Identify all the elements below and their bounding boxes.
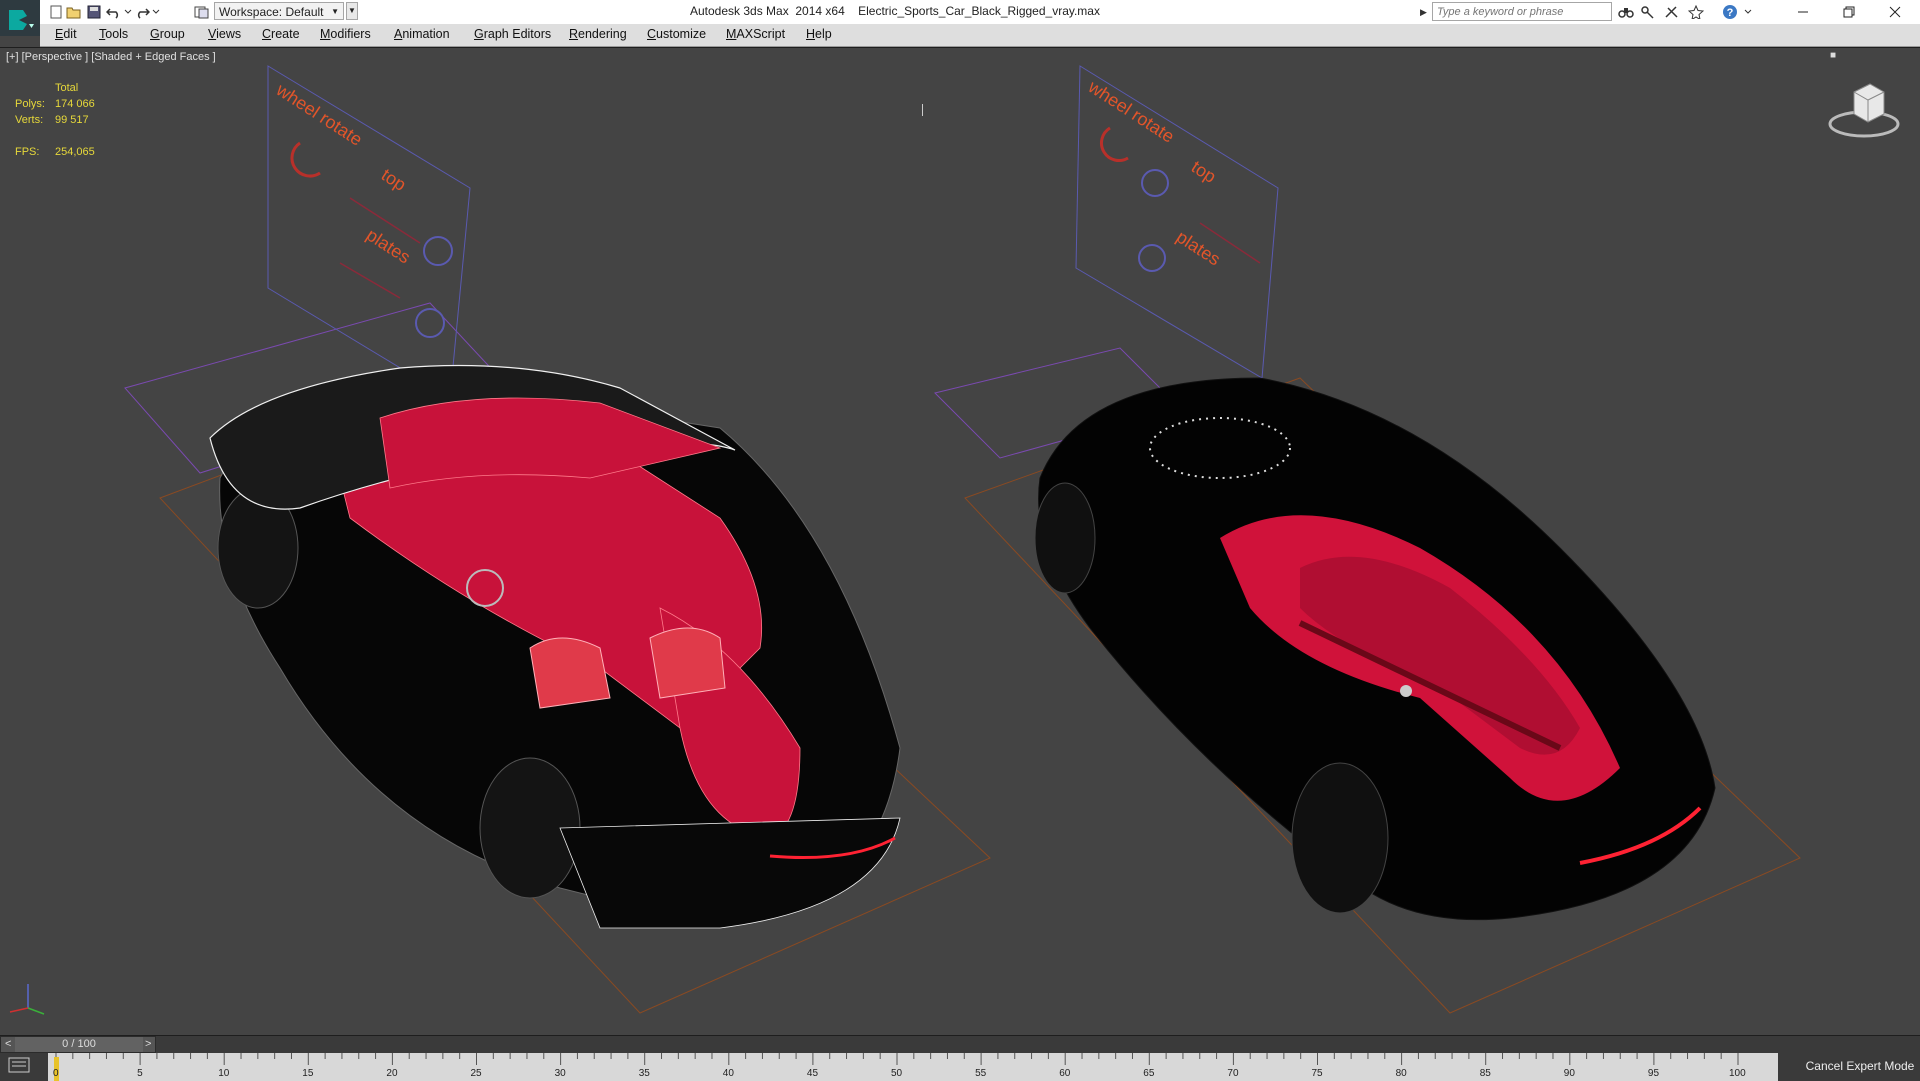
viewcube-icon[interactable] [1826, 74, 1902, 144]
restore-button[interactable] [1826, 0, 1872, 24]
title-bar: Workspace: Default ▼ ▼ Autodesk 3ds Max … [0, 0, 1920, 25]
cursor-caret [922, 104, 923, 116]
menu-bar: Edit Tools Group Views Create Modifiers … [40, 24, 1920, 47]
open-file-icon[interactable] [64, 3, 84, 21]
stats-fps-label: FPS: [15, 146, 40, 158]
lock-icon[interactable]: ■ [1830, 50, 1836, 61]
project-folder-icon[interactable] [192, 3, 212, 21]
right-rig-wheel-label: wheel rotate [1084, 76, 1178, 147]
right-rig-control-panel [1075, 65, 1279, 428]
chevron-down-icon: ▼ [331, 7, 339, 16]
new-file-icon[interactable] [46, 3, 66, 21]
next-frame-button[interactable]: > [145, 1038, 151, 1050]
cancel-expert-mode-button[interactable]: Cancel Expert Mode [1800, 1051, 1920, 1081]
redo-dropdown-icon[interactable] [146, 3, 166, 21]
left-rig-top-label: top [378, 165, 410, 195]
timeline-bar: < 0 / 100 > 0 5 10 15 20 25 30 35 40 45 50 55 60 65 70… [0, 1035, 1920, 1081]
perspective-viewport[interactable]: wheel rotate top plates wheel rotate top… [0, 47, 1920, 1036]
timeline-tick-label: 5 [137, 1068, 143, 1079]
search-input[interactable] [1432, 2, 1612, 21]
window-title: Autodesk 3ds Max 2014 x64 Electric_Sport… [690, 4, 1100, 18]
timeline-ruler[interactable]: 0 5 10 15 20 25 30 35 40 45 50 55 60 65 70 75 80 85 90 95 10… [48, 1053, 1778, 1081]
menu-edit[interactable]: Edit [55, 27, 77, 41]
menu-views[interactable]: Views [208, 27, 241, 41]
help-icon[interactable]: ? [1720, 3, 1740, 21]
timeline-tick-label: 40 [722, 1068, 734, 1079]
timeline-tick-label: 25 [470, 1068, 482, 1079]
subscription-key-icon[interactable] [1638, 3, 1658, 21]
menu-graph-editors[interactable]: Graph Editors [474, 27, 551, 41]
timeline-tick-label: 85 [1479, 1068, 1491, 1079]
stats-polys-label: Polys: [15, 98, 45, 110]
timeline-tick-label: 20 [386, 1068, 398, 1079]
timeline-tick-label: 70 [1227, 1068, 1239, 1079]
timeline-tick-label: 60 [1059, 1068, 1071, 1079]
communication-center-icon[interactable] [1662, 3, 1682, 21]
viewport-label[interactable]: [+] [Perspective ] [Shaded + Edged Faces… [6, 51, 216, 63]
timeline-tick-label: 55 [975, 1068, 987, 1079]
prev-frame-button[interactable]: < [5, 1038, 11, 1050]
help-dropdown-icon[interactable] [1738, 3, 1758, 21]
stats-total-label: Total [55, 82, 79, 94]
track-bar-toggle-icon[interactable] [8, 1056, 34, 1076]
3ds-max-logo-icon [9, 10, 34, 30]
timeline-tick-label: 50 [891, 1068, 903, 1079]
save-file-icon[interactable] [84, 3, 104, 21]
minimize-button[interactable] [1780, 0, 1826, 24]
scene-render: wheel rotate top plates wheel rotate top… [124, 65, 1801, 1014]
timeline-tick-label: 100 [1729, 1068, 1746, 1079]
workspace-dropdown[interactable]: Workspace: Default ▼ [214, 2, 344, 20]
stats-fps-value: 254,065 [55, 146, 95, 158]
right-rig-top-label: top [1188, 157, 1220, 187]
left-car-wireframe [209, 364, 901, 929]
menu-group[interactable]: Group [150, 27, 185, 41]
menu-customize[interactable]: Customize [647, 27, 706, 41]
left-rig-plates-label: plates [363, 225, 414, 268]
menu-maxscript[interactable]: MAXScript [726, 27, 785, 41]
timeline-tick-label: 30 [554, 1068, 566, 1079]
timeline-tick-label: 0 [53, 1068, 59, 1079]
quick-access-dropdown[interactable]: ▼ [346, 2, 358, 20]
axis-tripod-icon [9, 984, 45, 1015]
stats-verts-label: Verts: [15, 114, 44, 126]
timeline-tick-label: 65 [1143, 1068, 1155, 1079]
menu-tools[interactable]: Tools [99, 27, 128, 41]
timeline-tick-label: 90 [1563, 1068, 1575, 1079]
time-slider-thumb[interactable]: 0 / 100 [15, 1037, 143, 1052]
application-menu-button[interactable] [0, 0, 40, 36]
menu-rendering[interactable]: Rendering [569, 27, 627, 41]
workspace-label: Workspace: Default [219, 5, 324, 19]
stats-polys-value: 174 066 [55, 98, 95, 110]
timeline-tick-label: 95 [1647, 1068, 1660, 1079]
timeline-tick-label: 15 [302, 1068, 314, 1079]
time-slider[interactable]: < 0 / 100 > [0, 1036, 156, 1053]
svg-text:?: ? [1727, 7, 1734, 19]
menu-animation[interactable]: Animation [394, 27, 450, 41]
menu-modifiers[interactable]: Modifiers [320, 27, 371, 41]
menu-help[interactable]: Help [806, 27, 832, 41]
timeline-tick-label: 75 [1311, 1068, 1323, 1079]
timeline-tick-label: 80 [1395, 1068, 1407, 1079]
binoculars-icon[interactable] [1616, 3, 1636, 21]
close-button[interactable] [1872, 0, 1918, 24]
timeline-tick-label: 45 [806, 1068, 819, 1079]
infocenter-expand-icon[interactable]: ▶ [1420, 3, 1430, 21]
menu-create[interactable]: Create [262, 27, 300, 41]
stats-verts-value: 99 517 [55, 114, 89, 126]
left-rig-wheel-label: wheel rotate [272, 79, 366, 150]
timeline-tick-label: 35 [638, 1068, 650, 1079]
right-car-shaded [1034, 377, 1716, 921]
timeline-tick-label: 10 [218, 1068, 230, 1079]
favorites-star-icon[interactable] [1686, 3, 1706, 21]
